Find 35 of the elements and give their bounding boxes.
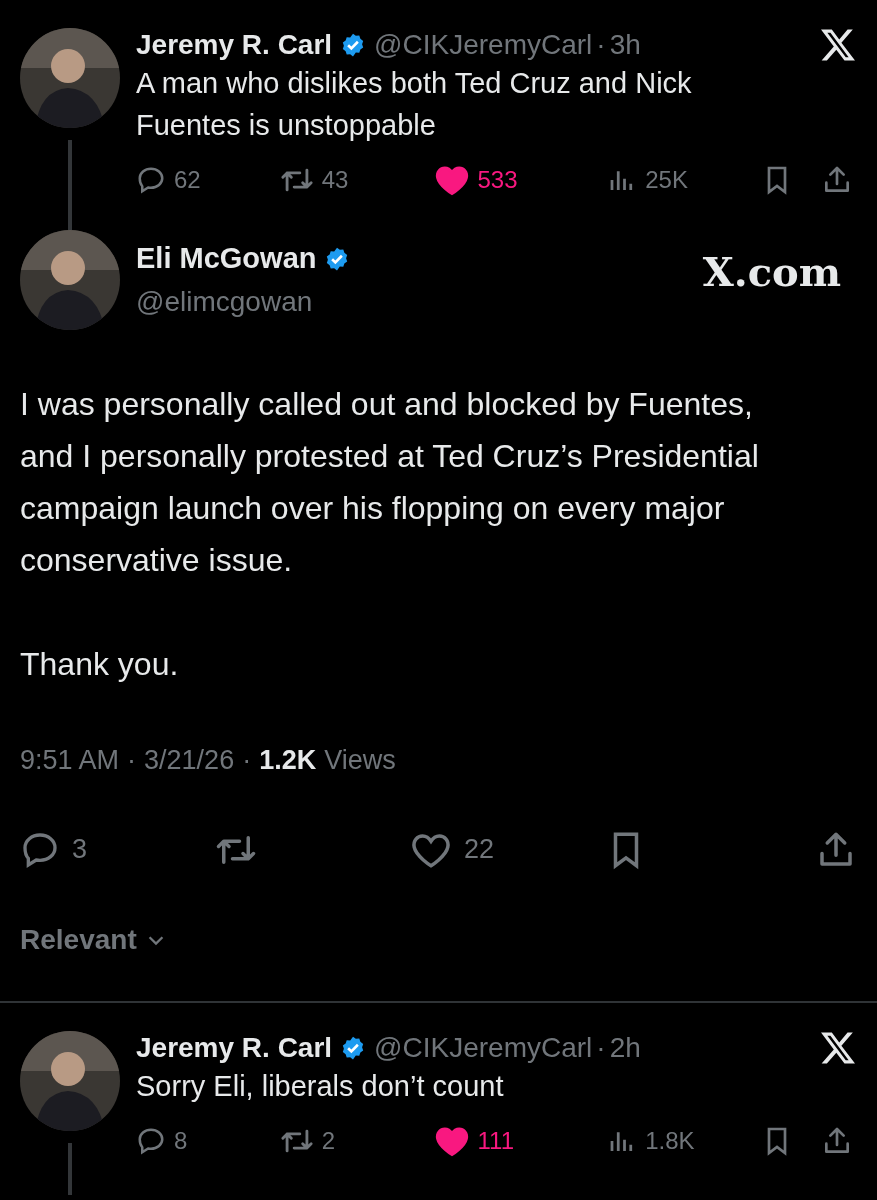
separator-dot: ·: [127, 744, 137, 777]
views-label: Views: [324, 744, 396, 777]
view-count: 1.8K: [645, 1125, 695, 1156]
author-handle[interactable]: @elimcgowan: [136, 280, 351, 323]
separator-dot: ·: [596, 28, 606, 62]
x-logo-icon: [819, 28, 857, 62]
post-text: Sorry Eli, liberals don’t count: [136, 1068, 505, 1104]
like-count: 22: [464, 833, 495, 867]
view-count: 25K: [645, 165, 688, 195]
repost-count: 2: [321, 1125, 336, 1156]
post-time: 3h: [609, 28, 641, 62]
author-name[interactable]: Jeremy R. Carl: [136, 28, 333, 62]
post-text: A man who dislikes both Ted Cruz and Nick Fuentes is unstoppable: [136, 66, 693, 143]
post-text: Thank you.: [20, 645, 180, 684]
separator-dot: ·: [596, 1030, 606, 1065]
post-time: 2h: [609, 1030, 641, 1065]
post-time: 9:51 AM: [20, 744, 120, 777]
reply-icon[interactable]: [136, 165, 166, 195]
author-name[interactable]: Eli McGowan: [136, 237, 317, 281]
like-count: 111: [477, 1125, 514, 1156]
author-handle[interactable]: @CIKJeremyCarl: [374, 1030, 593, 1065]
brand-logo: X.com: [702, 247, 841, 297]
post-date: 3/21/26: [144, 744, 235, 777]
reply-count: 3: [72, 833, 88, 867]
x-logo-icon: [819, 1030, 857, 1065]
sort-dropdown[interactable]: Relevant: [20, 918, 167, 961]
reply-count: 62: [174, 165, 201, 195]
repost-count: 43: [321, 165, 349, 195]
view-count: 1.2K: [259, 744, 317, 777]
author-handle[interactable]: @CIKJeremyCarl: [374, 28, 593, 62]
author-name[interactable]: Jeremy R. Carl: [136, 1030, 333, 1065]
like-count: 533: [477, 165, 518, 195]
post-text: I was personally called out and blocked by Fuentes, and I personally protested at Ted Cruz’s Presidential campaign launch over his flopping on every major conservative issue.: [20, 385, 760, 580]
separator-dot: ·: [242, 744, 252, 777]
reply-count: 8: [174, 1125, 188, 1156]
